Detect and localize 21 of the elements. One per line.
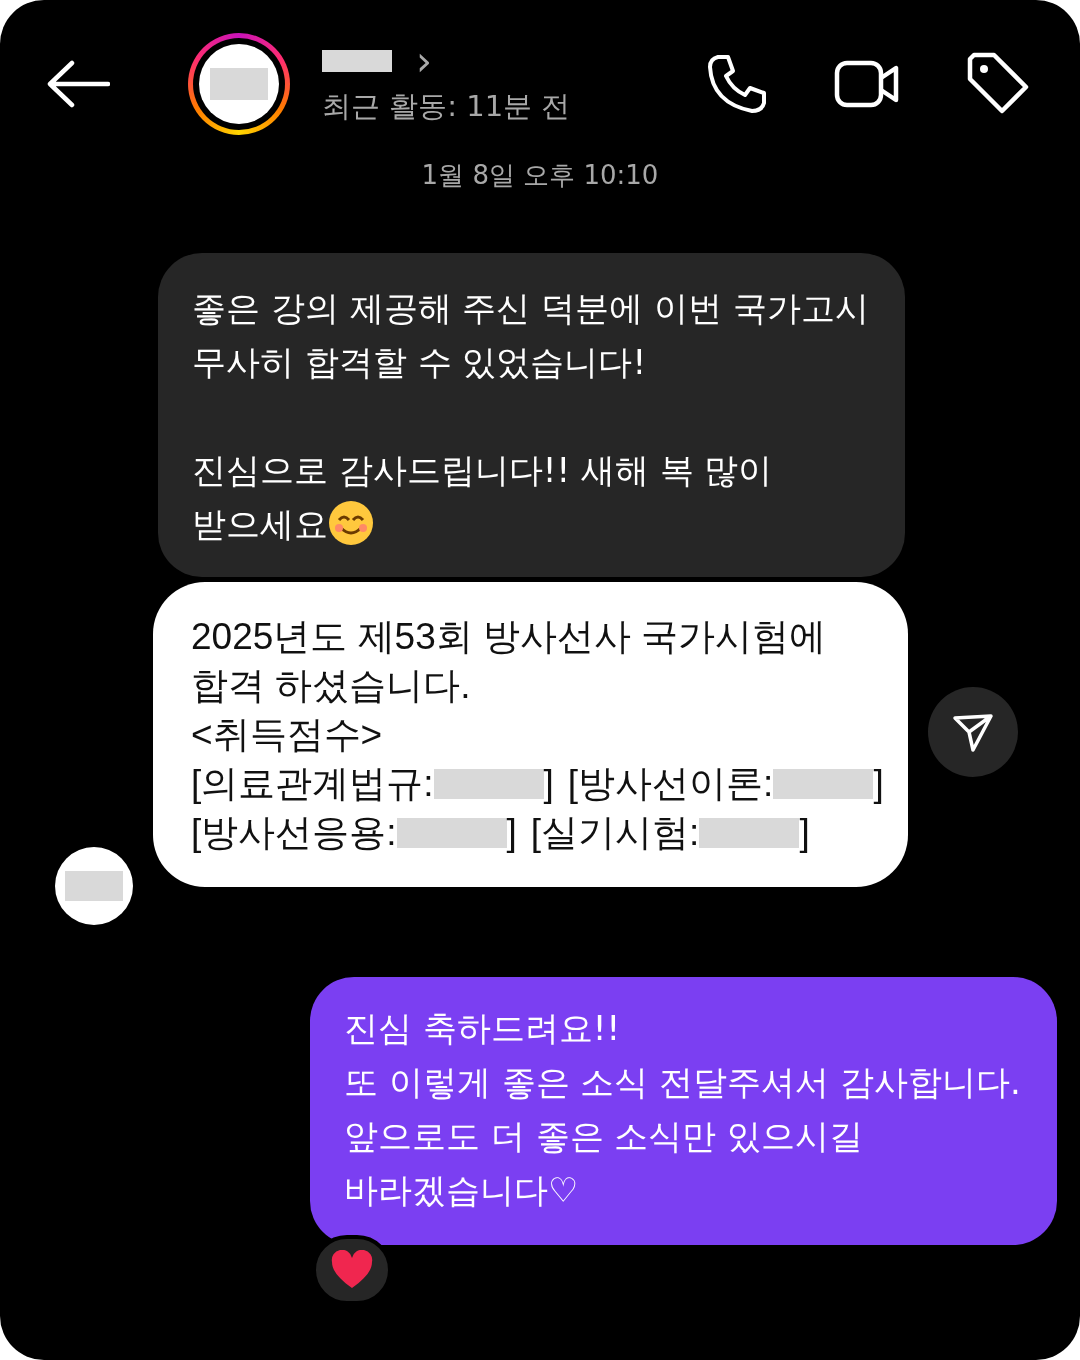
card-text: 합격 하셨습니다. [191, 664, 471, 708]
score-label: [실기시험: [530, 811, 700, 855]
timestamp: 1월 8일 오후 10:10 [420, 159, 660, 192]
card-text: 2025년도 제53회 방사선사 국가시험에 [191, 615, 827, 659]
activity-status: 최근 활동: 11분 전 [322, 88, 572, 125]
score-label: [방사선이론: [567, 762, 774, 806]
card-text: <취득점수> [191, 713, 383, 757]
score-bracket: ] [873, 762, 884, 806]
back-arrow-icon[interactable] [46, 60, 110, 108]
score-bracket: ] [506, 811, 517, 855]
score-label: [의료관계법규: [191, 762, 434, 806]
score-bracket: ] [799, 811, 810, 855]
redaction-block [210, 68, 268, 100]
heart-icon [330, 1250, 374, 1290]
message-text: 좋은 강의 제공해 주신 덕분에 이번 국가고시 무사히 합격할 수 있었습니다! 진심으로 감사드립니다!! 새해 복 많이 받으세요 [192, 287, 870, 548]
score-label: [방사선응용: [191, 811, 397, 855]
redaction-block [65, 871, 123, 901]
redaction-block [322, 50, 392, 72]
score-bracket: ] [543, 762, 554, 806]
message-text: 진심 축하드려요!! 또 이렇게 좋은 소식 전달주셔서 감사합니다. 앞으로도 더 좋은 소식만 있으시길 바라겠습니다♡ [344, 1008, 1021, 1210]
chevron[interactable]: › [416, 41, 432, 81]
